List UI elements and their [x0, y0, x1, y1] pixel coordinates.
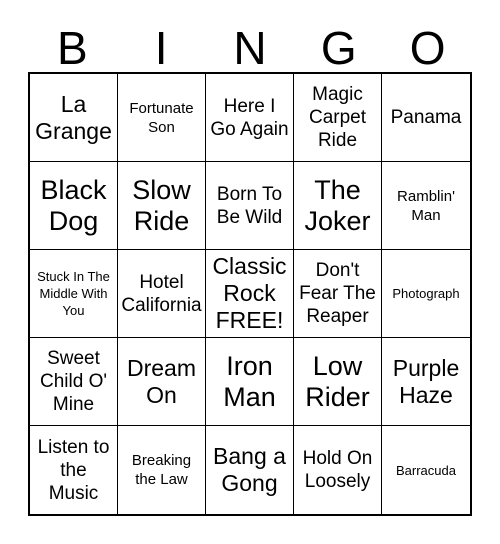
bingo-cell[interactable]: Black Dog	[30, 162, 118, 250]
bingo-cell[interactable]: Iron Man	[206, 338, 294, 426]
bingo-cell-label: Panama	[390, 107, 462, 128]
bingo-card: B I N G O La Grange Fortunate Son Here I…	[0, 0, 500, 544]
bingo-cell-label: Breaking the Law	[131, 452, 192, 488]
bingo-cell[interactable]: Purple Haze	[382, 338, 470, 426]
bingo-cell[interactable]: Barracuda	[382, 426, 470, 514]
bingo-cell[interactable]: Bang a Gong	[206, 426, 294, 514]
bingo-cell-label: Iron Man	[223, 350, 276, 412]
bingo-cell[interactable]: Dream On	[118, 338, 206, 426]
bingo-header: B I N G O	[28, 18, 472, 72]
header-letter-n: N	[233, 22, 267, 74]
bingo-cell[interactable]: Hold On Loosely	[294, 426, 382, 514]
bingo-cell[interactable]: Here I Go Again	[206, 74, 294, 162]
bingo-cell[interactable]: Low Rider	[294, 338, 382, 426]
header-letter-o: O	[409, 22, 446, 74]
bingo-cell-label: Purple Haze	[392, 354, 460, 408]
bingo-cell[interactable]: Listen to the Music	[30, 426, 118, 514]
bingo-cell-label: Slow Ride	[132, 174, 191, 236]
bingo-cell[interactable]: Panama	[382, 74, 470, 162]
bingo-cell[interactable]: Hotel California	[118, 250, 206, 338]
bingo-cell[interactable]: Stuck In The Middle With You	[30, 250, 118, 338]
bingo-cell-label: Ramblin' Man	[397, 187, 455, 224]
bingo-cell-label: La Grange	[35, 90, 112, 144]
bingo-cell-label: The Joker	[304, 174, 371, 236]
bingo-cell-label: Black Dog	[40, 174, 107, 236]
bingo-cell-label: Born To Be Wild	[216, 183, 283, 228]
bingo-cell[interactable]: Don't Fear The Reaper	[294, 250, 382, 338]
bingo-cell[interactable]: Photograph	[382, 250, 470, 338]
header-letter-i: I	[154, 22, 168, 74]
bingo-cell[interactable]: Born To Be Wild	[206, 162, 294, 250]
bingo-cell[interactable]: Magic Carpet Ride	[294, 74, 382, 162]
bingo-cell-label: Hotel California	[121, 271, 202, 316]
bingo-cell-label: Dream On	[126, 354, 196, 408]
bingo-cell-label: Stuck In The Middle With You	[37, 269, 110, 318]
header-letter-g: G	[320, 22, 357, 74]
bingo-free-space-label: Classic Rock FREE!	[212, 253, 287, 333]
bingo-cell-label: Bang a Gong	[213, 443, 286, 496]
bingo-cell-label: Photograph	[392, 286, 460, 301]
bingo-cell-label: Magic Carpet Ride	[308, 84, 367, 151]
bingo-cell[interactable]: Breaking the Law	[118, 426, 206, 514]
bingo-cell[interactable]: La Grange	[30, 74, 118, 162]
bingo-cell[interactable]: Slow Ride	[118, 162, 206, 250]
bingo-cell[interactable]: The Joker	[294, 162, 382, 250]
bingo-cell-label: Fortunate Son	[129, 99, 194, 136]
bingo-cell-label: Don't Fear The Reaper	[299, 260, 376, 327]
header-letter-b: B	[57, 22, 88, 74]
bingo-grid: La Grange Fortunate Son Here I Go Again …	[28, 72, 472, 516]
bingo-cell[interactable]: Fortunate Son	[118, 74, 206, 162]
bingo-cell-label: Here I Go Again	[210, 95, 289, 140]
bingo-cell-label: Sweet Child O' Mine	[40, 348, 107, 415]
bingo-cell-label: Barracuda	[396, 462, 456, 478]
bingo-cell-free-space[interactable]: Classic Rock FREE!	[206, 250, 294, 338]
bingo-cell[interactable]: Sweet Child O' Mine	[30, 338, 118, 426]
bingo-cell-label: Hold On Loosely	[302, 448, 373, 492]
bingo-cell-label: Low Rider	[305, 350, 370, 412]
bingo-cell-label: Listen to the Music	[37, 436, 110, 504]
bingo-cell[interactable]: Ramblin' Man	[382, 162, 470, 250]
